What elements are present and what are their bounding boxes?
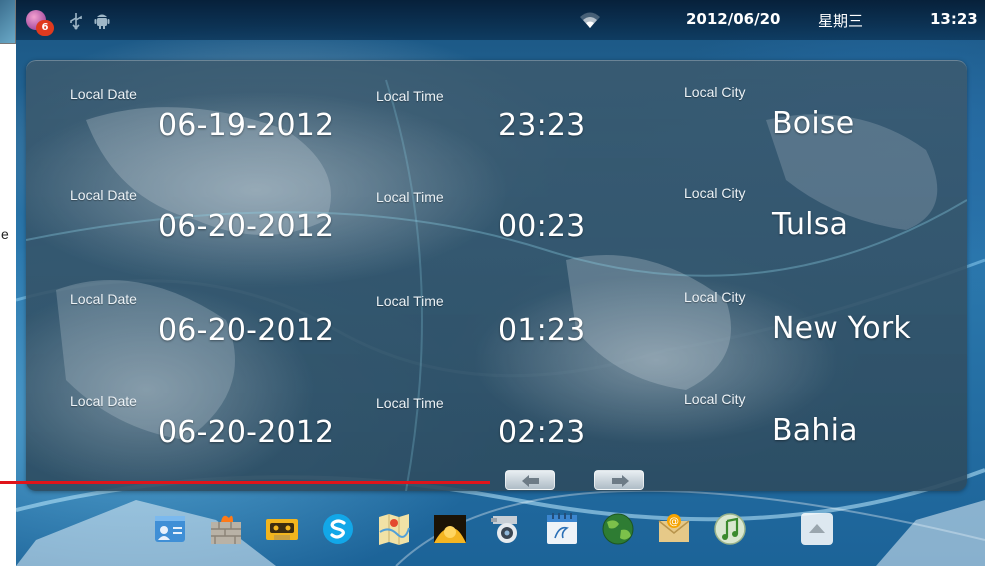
music-icon[interactable] bbox=[713, 512, 747, 546]
local-time-value: 00:23 bbox=[498, 209, 586, 244]
firewall-icon[interactable] bbox=[209, 512, 243, 546]
status-clock: 13:23 bbox=[930, 10, 978, 28]
maps-icon[interactable] bbox=[377, 512, 411, 546]
local-time-value: 01:23 bbox=[498, 313, 586, 348]
clock-row-4: Local Date 06-20-2012 Local Time 02:23 L… bbox=[26, 367, 967, 467]
local-city-value[interactable]: New York bbox=[772, 311, 911, 346]
webcam-icon[interactable] bbox=[489, 512, 523, 546]
local-time-label: Local Time bbox=[376, 293, 444, 309]
local-date-value: 06-20-2012 bbox=[158, 313, 335, 348]
local-date-label: Local Date bbox=[70, 393, 137, 409]
prev-arrow-icon bbox=[522, 475, 539, 487]
annotation-frame bbox=[0, 0, 16, 44]
local-city-value[interactable]: Tulsa bbox=[772, 207, 848, 242]
clock-row-3: Local Date 06-20-2012 Local Time 01:23 L… bbox=[26, 265, 967, 365]
notification-icon[interactable]: 6 bbox=[26, 10, 56, 36]
world-clock-panel: Local Date 06-19-2012 Local Time 23:23 L… bbox=[26, 60, 967, 491]
local-time-label: Local Time bbox=[376, 189, 444, 205]
local-city-label: Local City bbox=[684, 185, 746, 201]
android-debug-icon bbox=[94, 14, 110, 29]
status-date: 2012/06/20 bbox=[686, 10, 781, 28]
local-city-value[interactable]: Bahia bbox=[772, 413, 858, 448]
next-arrow-icon bbox=[612, 475, 629, 487]
local-date-label: Local Date bbox=[70, 187, 137, 203]
previous-page-button[interactable] bbox=[505, 470, 555, 490]
clock-row-1: Local Date 06-19-2012 Local Time 23:23 L… bbox=[26, 60, 967, 160]
browser-globe-icon[interactable] bbox=[601, 512, 635, 546]
notification-badge: 6 bbox=[36, 20, 54, 36]
cassette-icon[interactable] bbox=[265, 512, 299, 546]
wifi-icon bbox=[580, 12, 600, 28]
usb-icon bbox=[70, 13, 82, 30]
local-date-label: Local Date bbox=[70, 291, 137, 307]
local-date-value: 06-20-2012 bbox=[158, 415, 335, 450]
status-weekday: 星期三 bbox=[818, 12, 864, 30]
gallery-icon[interactable] bbox=[433, 512, 467, 546]
clock-row-2: Local Date 06-20-2012 Local Time 00:23 L… bbox=[26, 161, 967, 261]
svg-text:@: @ bbox=[669, 517, 679, 528]
app-drawer-icon[interactable] bbox=[800, 512, 834, 546]
status-bar: 6 2012/06/20 星期三 13:23 bbox=[16, 0, 985, 40]
local-time-label: Local Time bbox=[376, 88, 444, 104]
contacts-icon[interactable] bbox=[153, 512, 187, 546]
local-date-value: 06-20-2012 bbox=[158, 209, 335, 244]
local-date-label: Local Date bbox=[70, 86, 137, 102]
calendar-notes-icon[interactable] bbox=[545, 512, 579, 546]
local-time-value: 02:23 bbox=[498, 415, 586, 450]
local-city-label: Local City bbox=[684, 84, 746, 100]
local-city-value[interactable]: Boise bbox=[772, 106, 854, 141]
local-time-value: 23:23 bbox=[498, 108, 586, 143]
local-date-value: 06-19-2012 bbox=[158, 108, 335, 143]
local-city-label: Local City bbox=[684, 289, 746, 305]
annotation-pointer-line bbox=[0, 481, 490, 484]
skype-icon[interactable] bbox=[321, 512, 355, 546]
next-page-button[interactable] bbox=[594, 470, 644, 490]
app-dock: @ bbox=[16, 504, 985, 564]
local-city-label: Local City bbox=[684, 391, 746, 407]
email-icon[interactable]: @ bbox=[657, 512, 691, 546]
annotation-letter: e bbox=[1, 226, 9, 242]
local-time-label: Local Time bbox=[376, 395, 444, 411]
